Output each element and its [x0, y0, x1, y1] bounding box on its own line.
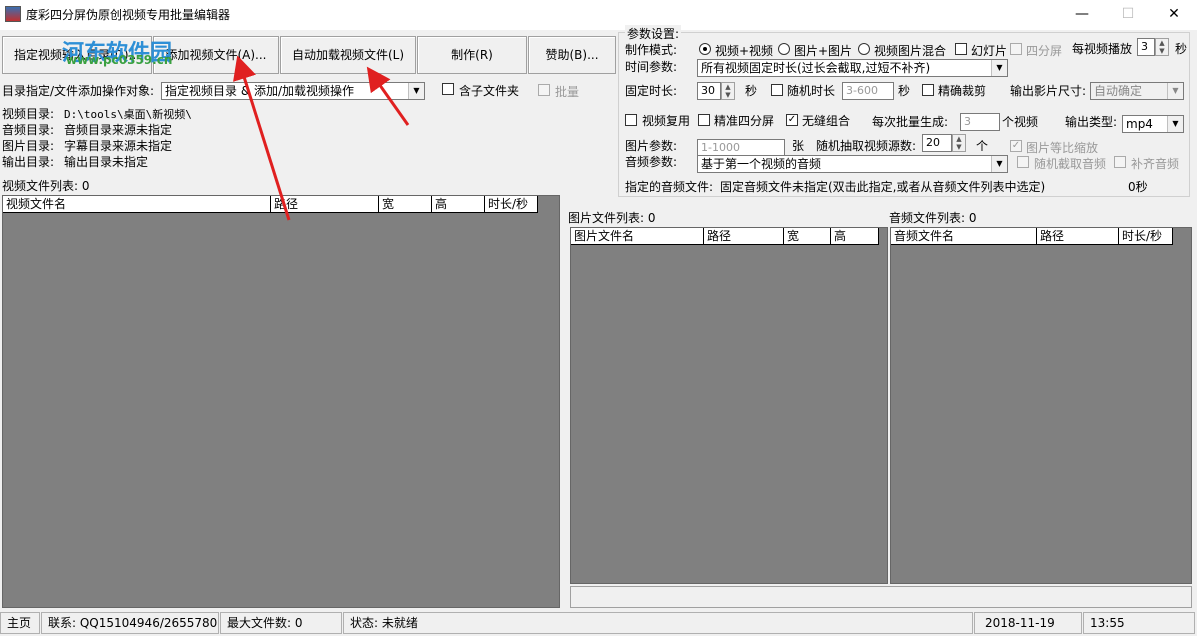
arrow-to-auto-load-icon: [366, 66, 410, 126]
arrow-to-add-video-icon: [233, 55, 291, 221]
annotation-arrows: [233, 55, 410, 221]
